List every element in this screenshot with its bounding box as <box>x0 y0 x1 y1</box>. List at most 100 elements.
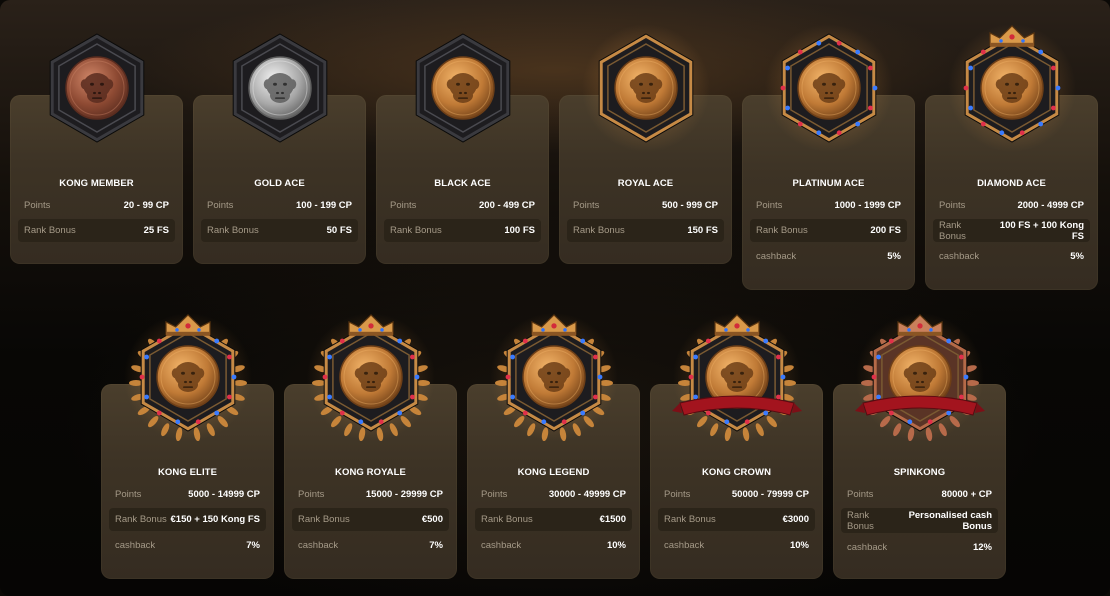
points-label: Points <box>298 489 325 500</box>
points-row: Points 100 - 199 CP <box>201 194 358 217</box>
rank-badge-crown-laurel-icon <box>123 311 253 441</box>
rank-bonus-label: Rank Bonus <box>115 514 167 525</box>
points-row: Points 50000 - 79999 CP <box>658 483 815 506</box>
rank-bonus-value: €500 <box>421 514 443 525</box>
rank-bonus-row: Rank Bonus €500 <box>292 508 449 531</box>
points-label: Points <box>481 489 508 500</box>
rank-badge-crown-ribbon-icon <box>671 311 802 441</box>
rank-bonus-value: €150 + 150 Kong FS <box>170 514 261 525</box>
points-label: Points <box>664 489 691 500</box>
cashback-value: 10% <box>789 540 809 551</box>
rank-bonus-label: Rank Bonus <box>664 514 716 525</box>
cashback-row: cashback 5% <box>933 245 1090 268</box>
rank-badge-gorilla-coin-icon <box>215 22 345 152</box>
rank-bonus-label: Rank Bonus <box>207 225 259 236</box>
rank-title: SPINKONG <box>893 467 946 478</box>
points-value: 100 - 199 CP <box>296 200 352 211</box>
points-value: 5000 - 14999 CP <box>188 489 260 500</box>
points-label: Points <box>115 489 142 500</box>
cashback-value: 5% <box>887 251 901 262</box>
points-value: 30000 - 49999 CP <box>548 489 626 500</box>
rank-bonus-value: €1500 <box>599 514 626 525</box>
points-row: Points 1000 - 1999 CP <box>750 194 907 217</box>
rank-badge-crown-ribbon-icon <box>854 311 985 441</box>
rank-bonus-value: 150 FS <box>687 225 718 236</box>
rank-title: ROYAL ACE <box>617 178 674 189</box>
points-row: Points 2000 - 4999 CP <box>933 194 1090 217</box>
rank-bonus-row: Rank Bonus 25 FS <box>18 219 175 242</box>
cashback-row: cashback 5% <box>750 245 907 268</box>
points-value: 80000 + CP <box>941 489 992 500</box>
points-label: Points <box>24 200 51 211</box>
points-label: Points <box>939 200 966 211</box>
points-value: 20 - 99 CP <box>123 200 169 211</box>
rank-title: PLATINUM ACE <box>792 178 865 189</box>
cashback-row: cashback 10% <box>475 534 632 557</box>
rank-bonus-label: Rank Bonus <box>390 225 442 236</box>
points-label: Points <box>207 200 234 211</box>
rank-bonus-value: 100 FS <box>504 225 535 236</box>
rank-title: BLACK ACE <box>434 178 491 189</box>
points-value: 1000 - 1999 CP <box>834 200 901 211</box>
cashback-row: cashback 10% <box>658 534 815 557</box>
rank-badge-crown-laurel-icon <box>306 311 436 441</box>
rank-title: KONG ROYALE <box>335 467 406 478</box>
cashback-label: cashback <box>481 540 522 551</box>
rank-badge-gorilla-coin-icon <box>398 22 528 152</box>
rank-bonus-row: Rank Bonus 100 FS + 100 Kong FS <box>933 219 1090 242</box>
points-row: Points 5000 - 14999 CP <box>109 483 266 506</box>
rank-bonus-value: Personalised cash Bonus <box>908 509 992 532</box>
cashback-value: 7% <box>246 540 260 551</box>
points-row: Points 200 - 499 CP <box>384 194 541 217</box>
points-value: 15000 - 29999 CP <box>365 489 443 500</box>
rank-title: DIAMOND ACE <box>977 178 1046 189</box>
cashback-label: cashback <box>298 540 339 551</box>
cashback-value: 10% <box>606 540 626 551</box>
cashback-value: 12% <box>972 542 992 553</box>
points-label: Points <box>756 200 783 211</box>
points-value: 2000 - 4999 CP <box>1017 200 1084 211</box>
rank-title: KONG MEMBER <box>59 178 134 189</box>
points-label: Points <box>847 489 874 500</box>
points-row: Points 15000 - 29999 CP <box>292 483 449 506</box>
rank-title: KONG CROWN <box>701 467 772 478</box>
rank-bonus-value: 50 FS <box>326 225 352 236</box>
rank-bonus-row: Rank Bonus 100 FS <box>384 219 541 242</box>
rank-title: KONG LEGEND <box>517 467 590 478</box>
rank-bonus-row: Rank Bonus €1500 <box>475 508 632 531</box>
rank-bonus-row: Rank Bonus €150 + 150 Kong FS <box>109 508 266 531</box>
rank-bonus-row: Rank Bonus 200 FS <box>750 219 907 242</box>
points-row: Points 500 - 999 CP <box>567 194 724 217</box>
cashback-value: 5% <box>1070 251 1084 262</box>
rank-bonus-label: Rank Bonus <box>573 225 625 236</box>
points-row: Points 80000 + CP <box>841 483 998 506</box>
cashback-label: cashback <box>664 540 705 551</box>
points-value: 500 - 999 CP <box>662 200 718 211</box>
points-value: 200 - 499 CP <box>479 200 535 211</box>
cashback-label: cashback <box>115 540 156 551</box>
rank-bonus-label: Rank Bonus <box>939 219 966 242</box>
rank-badge-gorilla-coin-icon <box>32 22 162 152</box>
rank-bonus-value: 200 FS <box>870 225 901 236</box>
rank-bonus-row: Rank Bonus 150 FS <box>567 219 724 242</box>
rank-title: KONG ELITE <box>157 467 218 478</box>
cashback-row: cashback 7% <box>292 534 449 557</box>
cashback-label: cashback <box>756 251 797 262</box>
points-row: Points 20 - 99 CP <box>18 194 175 217</box>
points-row: Points 30000 - 49999 CP <box>475 483 632 506</box>
cashback-value: 7% <box>429 540 443 551</box>
points-label: Points <box>390 200 417 211</box>
rank-badge-gorilla-coin-icon <box>764 22 894 152</box>
points-value: 50000 - 79999 CP <box>731 489 809 500</box>
cashback-label: cashback <box>939 251 980 262</box>
rank-bonus-value: 25 FS <box>143 225 169 236</box>
cashback-row: cashback 7% <box>109 534 266 557</box>
rank-bonus-label: Rank Bonus <box>24 225 76 236</box>
rank-bonus-label: Rank Bonus <box>481 514 533 525</box>
cashback-row: cashback 12% <box>841 536 998 559</box>
points-label: Points <box>573 200 600 211</box>
rank-bonus-label: Rank Bonus <box>756 225 808 236</box>
rank-badge-crown-icon <box>947 22 1077 152</box>
rank-bonus-value: €3000 <box>782 514 809 525</box>
cashback-label: cashback <box>847 542 888 553</box>
